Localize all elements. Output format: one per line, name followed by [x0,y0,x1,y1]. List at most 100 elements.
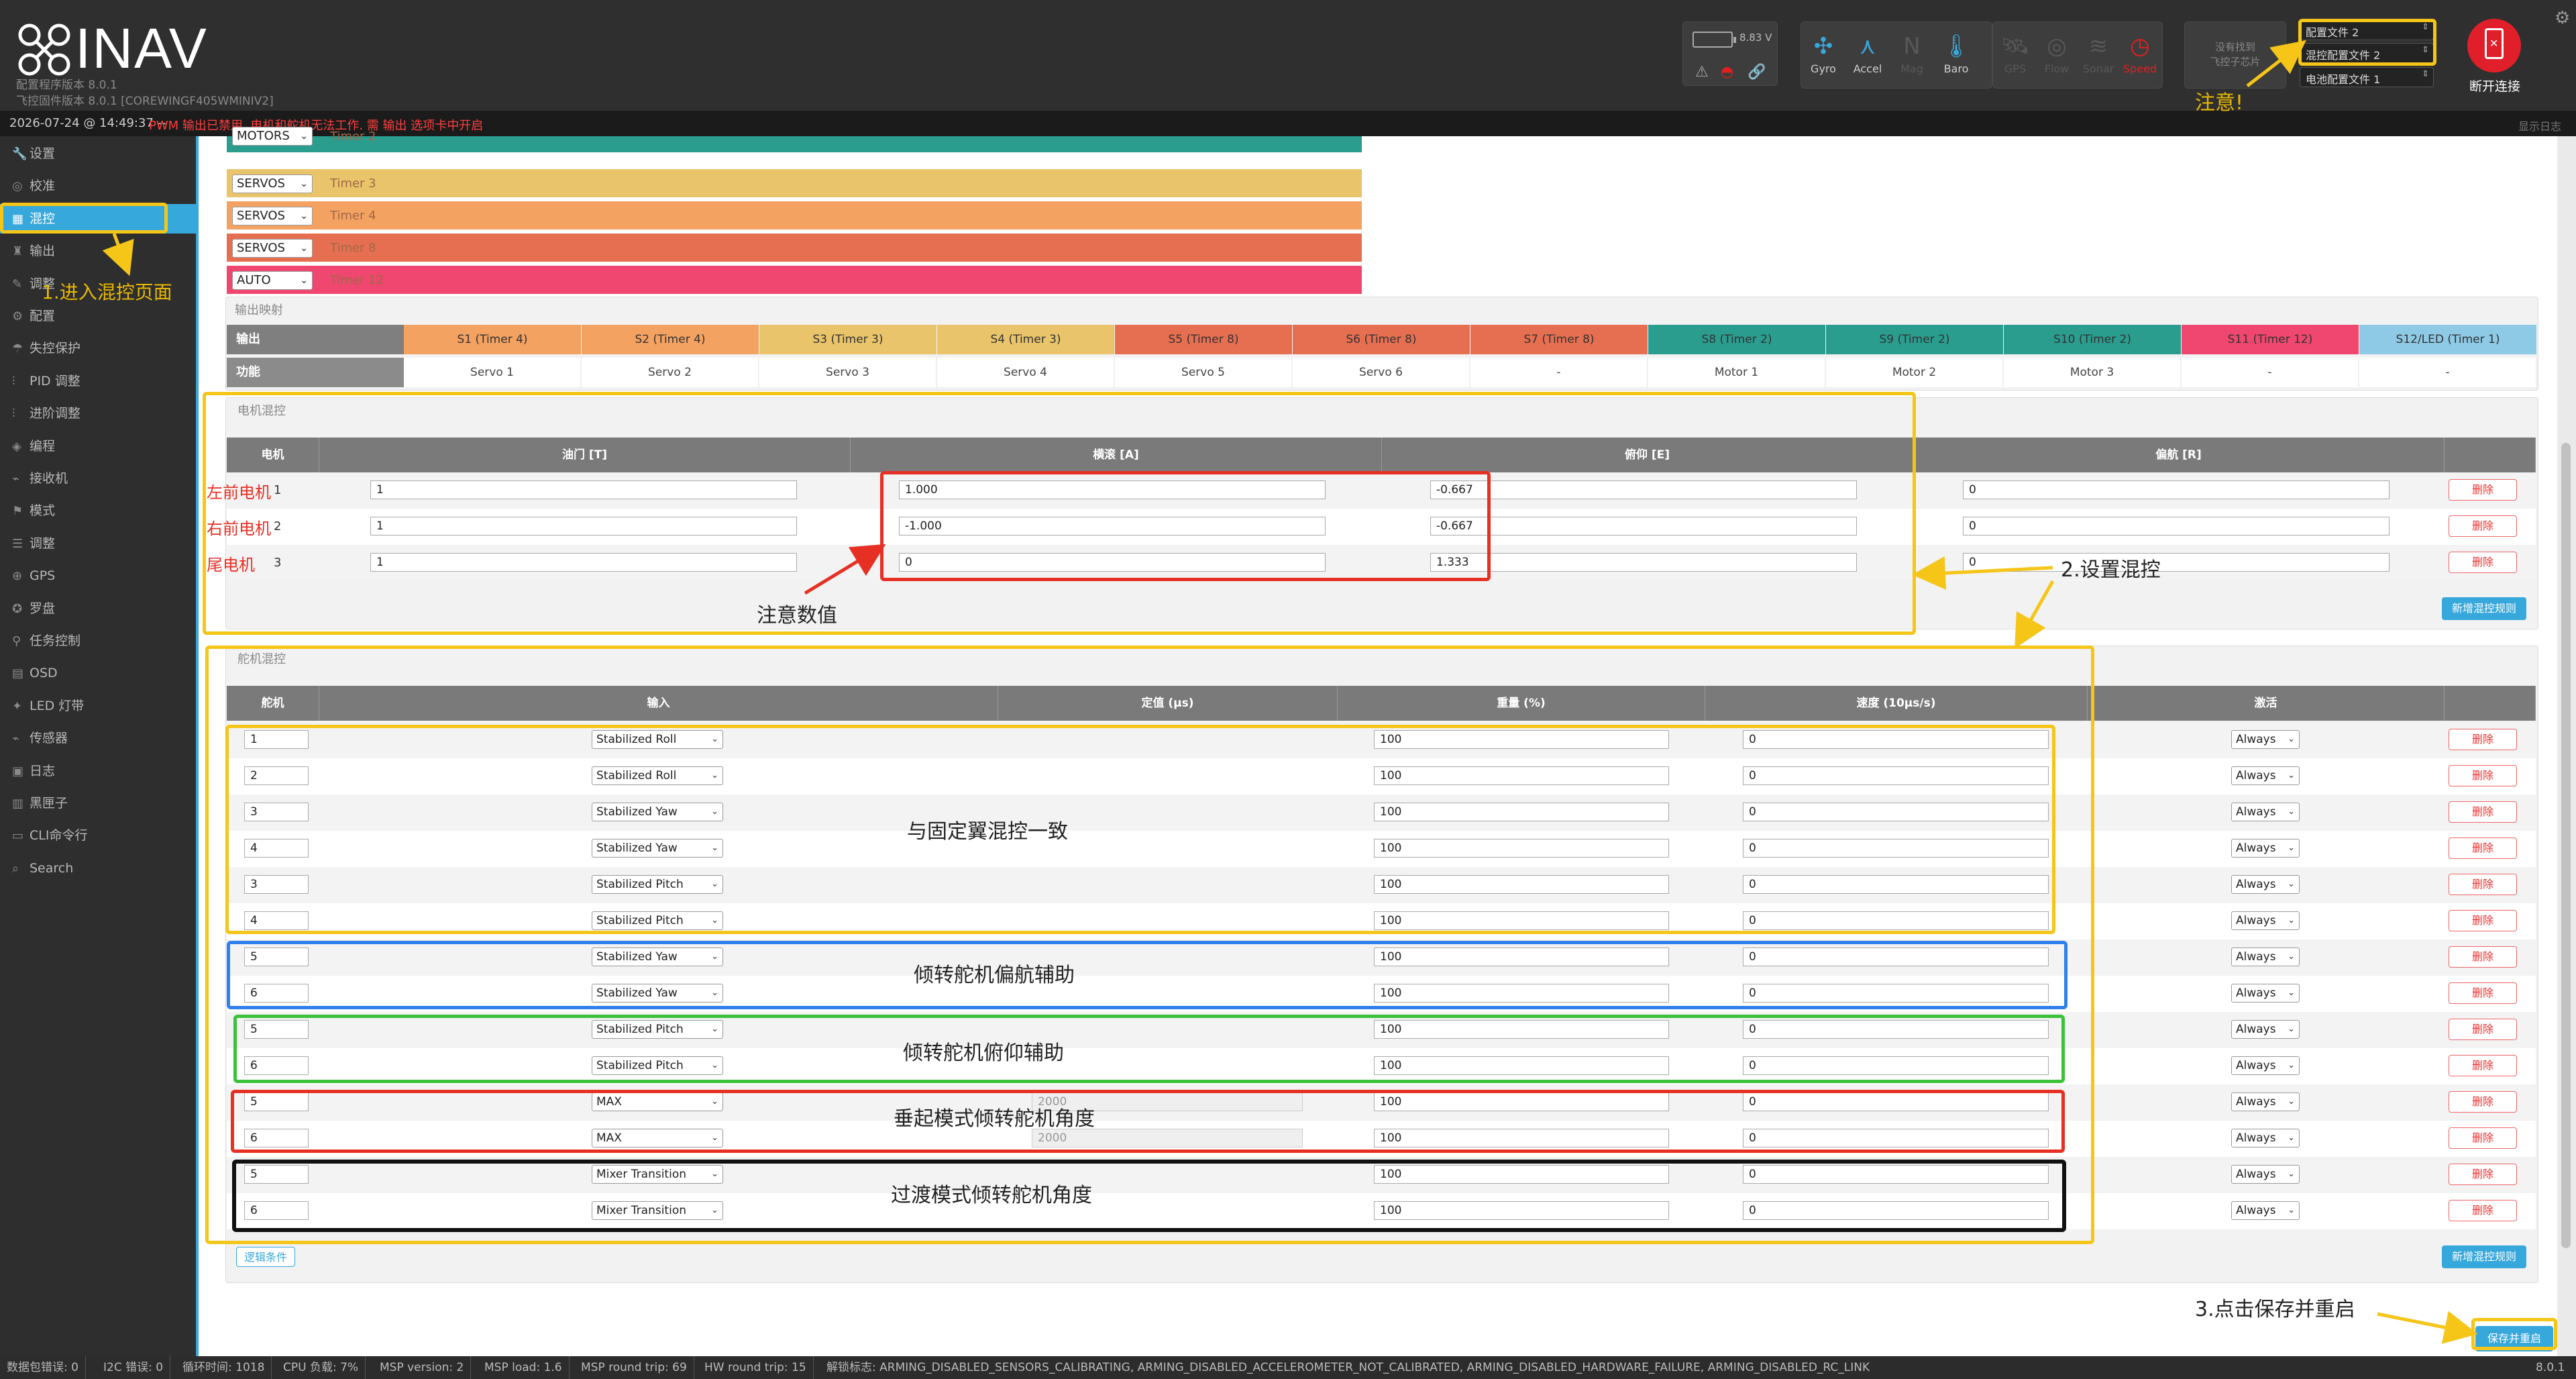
delete-servo-rule-button[interactable]: 删除 [2449,910,2517,931]
tune-icon: ✎ [12,276,23,291]
sidebar-item-21[interactable]: ▭ CLI命令行 [0,821,196,850]
delete-servo-rule-button[interactable]: 删除 [2449,729,2517,750]
sidebar-item-12[interactable]: ☰ 调整 [0,529,196,558]
timer-mode-select[interactable]: SERVOS ⌄ [232,239,313,258]
output-function: Servo 4 [937,358,1114,387]
chevron-down-icon: ⌄ [2288,1096,2295,1107]
delete-servo-rule-button[interactable]: 删除 [2449,982,2517,1004]
sidebar-item-10[interactable]: ⌁ 接收机 [0,464,196,493]
disconnect-label: 断开连接 [2469,79,2520,94]
adjust-icon: ☰ [12,536,23,551]
sidebar-item-14[interactable]: ✪ 罗盘 [0,594,196,623]
log-bar: 2026-07-24 @ 14:49:37 -- PWM 输出已禁用, 电机和舵… [0,111,2576,136]
disconnect-button[interactable] [2467,19,2521,72]
sidebar-item-13[interactable]: ⊕ GPS [0,561,196,591]
status-version: 8.0.1 [2536,1361,2565,1374]
annotation-transition-tilt: 过渡模式倾转舵机角度 [891,1184,1092,1207]
annotation-box-tilt-pitch [233,1015,2065,1083]
timer-mode-select[interactable]: AUTO ⌄ [232,271,313,290]
settings-gear-icon[interactable]: ⚙ [2555,8,2570,28]
servo-activate-select[interactable]: Always ⌄ [2231,875,2300,894]
delete-servo-rule-button[interactable]: 删除 [2449,801,2517,823]
motor-yaw-input[interactable]: 0 [1963,553,2390,572]
chevron-down-icon: ⌄ [2288,1024,2295,1034]
motor-header-actions [2445,438,2536,472]
delete-motor-rule-button[interactable]: 删除 [2449,479,2517,501]
delete-servo-rule-button[interactable]: 删除 [2449,1127,2517,1149]
sidebar-item-19[interactable]: ▣ 日志 [0,756,196,786]
sidebar-item-16[interactable]: ▤ OSD [0,658,196,688]
timer-mode-select[interactable]: MOTORS ⌄ [232,127,313,146]
sensor-status-panel-2: 🛰 GPS ◎ Flow ≋ Sonar ◷ Speed [1992,21,2163,89]
add-motor-rule-button[interactable]: 新增混控规则 [2442,597,2526,620]
servo-activate-select[interactable]: Always ⌄ [2231,1056,2300,1075]
add-servo-rule-button[interactable]: 新增混控规则 [2442,1245,2526,1268]
sidebar-item-6[interactable]: ☂ 失控保护 [0,334,196,363]
servo-activate-select[interactable]: Always ⌄ [2231,984,2300,1003]
output-name: S4 (Timer 3) [937,325,1114,354]
sidebar-item-8[interactable]: ⫶ 进阶调整 [0,399,196,428]
servo-activate-select[interactable]: Always ⌄ [2231,803,2300,821]
sidebar-item-15[interactable]: ⚲ 任务控制 [0,626,196,656]
sidebar-item-22[interactable]: ⌕ Search [0,854,196,883]
delete-servo-rule-button[interactable]: 删除 [2449,946,2517,968]
servo-activate-select[interactable]: Always ⌄ [2231,839,2300,858]
motor-yaw-input[interactable]: 0 [1963,517,2390,535]
timer-mode-select[interactable]: SERVOS ⌄ [232,174,313,193]
servo-activate-select[interactable]: Always ⌄ [2231,1092,2300,1111]
chevron-down-icon: ⌄ [2288,1169,2295,1179]
servo-activate-select[interactable]: Always ⌄ [2231,1020,2300,1039]
delete-servo-rule-button[interactable]: 删除 [2449,1164,2517,1185]
battery-icon [1693,32,1736,48]
sidebar-item-11[interactable]: ⚑ 模式 [0,496,196,525]
delete-motor-rule-button[interactable]: 删除 [2449,552,2517,573]
sidebar-item-7[interactable]: ⫶ PID 调整 [0,366,196,396]
delete-servo-rule-button[interactable]: 删除 [2449,1091,2517,1113]
annotation-box-fixed-wing [225,725,2055,934]
log-message: PWM 输出已禁用, 电机和舵机无法工作. 需 输出 选项卡中开启 [149,119,484,133]
delete-servo-rule-button[interactable]: 删除 [2449,1055,2517,1076]
status-cpu-load: CPU 负载: 7% [276,1356,366,1379]
sidebar-item-18[interactable]: ⌁ 传感器 [0,723,196,753]
mission-icon: ⚲ [12,634,21,648]
servo-activate-select[interactable]: Always ⌄ [2231,911,2300,930]
status-msp-version: MSP version: 2 [373,1356,472,1379]
sidebar-item-9[interactable]: ◈ 编程 [0,431,196,461]
battery-voltage: 8.83 V [1739,32,1772,44]
log-timestamp: 2026-07-24 @ 14:49:37 -- [9,116,166,130]
servo-activate-select[interactable]: Always ⌄ [2231,1129,2300,1147]
delete-servo-rule-button[interactable]: 删除 [2449,837,2517,859]
show-log-link[interactable]: 显示日志 [2518,117,2561,134]
battery-profile-select[interactable]: 电池配置文件 1 ⇕ [2300,67,2434,87]
sensor-baro: 🌡 Baro [1934,32,1978,89]
sidebar-item-1[interactable]: ◎ 校准 [0,171,196,201]
sidebar-item-label: LED 灯带 [30,698,85,713]
timer-row: SERVOS ⌄ Timer 8 [227,234,1362,262]
delete-servo-rule-button[interactable]: 删除 [2449,765,2517,786]
servo-activate-select[interactable]: Always ⌄ [2231,730,2300,749]
blackbox-icon: ▥ [12,797,24,811]
delete-servo-rule-button[interactable]: 删除 [2449,874,2517,895]
scrollbar-thumb[interactable] [2561,443,2571,1248]
timer-row: SERVOS ⌄ Timer 3 [227,169,1362,197]
sidebar-item-20[interactable]: ▥ 黑匣子 [0,788,196,818]
sidebar-item-17[interactable]: ✦ LED 灯带 [0,691,196,721]
target-icon: ◎ [12,179,23,194]
delete-servo-rule-button[interactable]: 删除 [2449,1200,2517,1221]
motor-yaw-input[interactable]: 0 [1963,480,2390,499]
delete-motor-rule-button[interactable]: 删除 [2449,515,2517,537]
sidebar-item-label: 罗盘 [30,601,56,616]
output-name: S10 (Timer 2) [2004,325,2181,354]
timer-mode-select[interactable]: SERVOS ⌄ [232,207,313,225]
gyro-icon: ✣ [1813,33,1833,60]
sidebar-item-5[interactable]: ⚙ 配置 [0,301,196,331]
servo-activate-select[interactable]: Always ⌄ [2231,948,2300,966]
servo-activate-select[interactable]: Always ⌄ [2231,1201,2300,1220]
delete-servo-rule-button[interactable]: 删除 [2449,1019,2517,1040]
logic-condition-button[interactable]: 逻辑条件 [236,1247,295,1267]
servo-activate-select[interactable]: Always ⌄ [2231,1165,2300,1184]
sidebar-item-3[interactable]: ♜ 输出 [0,236,196,266]
sidebar-item-0[interactable]: 🔧 设置 [0,139,196,168]
sidebar: 🔧 设置 ◎ 校准 ▦ 混控 ♜ 输出 ✎ 调整 ⚙ 配置 ☂ 失控保护 ⫶ PID 调整 ⫶ 进阶调整 ◈ 编程 ⌁ 接… [0,136,199,1356]
servo-activate-select[interactable]: Always ⌄ [2231,766,2300,785]
